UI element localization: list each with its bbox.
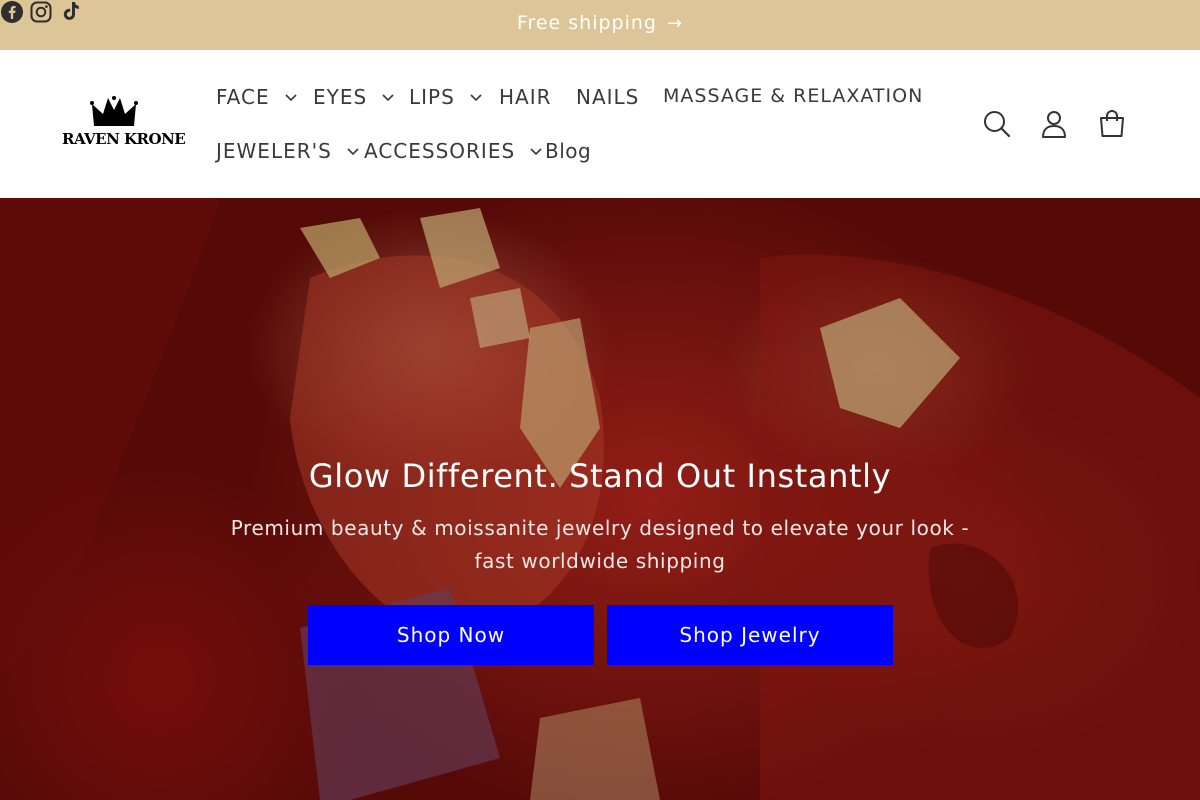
shop-jewelry-button[interactable]: Shop Jewelry [607,605,893,665]
logo[interactable]: RAVEN KRONE [62,96,186,152]
nav-label: JEWELER'S [216,139,332,163]
chevron-down-icon [530,148,542,156]
nav-label: LIPS [409,85,455,109]
nav-label: FACE [216,85,270,109]
announcement-link[interactable]: Free shipping → [0,0,1200,46]
nav-nails[interactable]: NAILS [576,85,639,109]
chevron-down-icon [470,94,482,102]
account-icon[interactable] [1037,107,1071,141]
nav-hair[interactable]: HAIR [499,85,552,109]
logo-text: RAVEN KRONE [62,130,186,148]
hero-title: Glow Different. Stand Out Instantly [308,457,892,495]
nav-jewelers[interactable]: JEWELER'S [216,139,360,163]
nav-label: NAILS [576,85,640,109]
nav-eyes[interactable]: EYES [313,85,395,109]
nav-label: MASSAGE & RELAXATION [663,85,924,107]
arrow-right-icon: → [667,12,684,34]
chevron-down-icon [285,94,297,102]
nav-massage-relaxation[interactable]: MASSAGE & RELAXATION [663,85,923,107]
nav-accessories[interactable]: ACCESSORIES [364,139,543,163]
hero-subtitle: Premium beauty & moissanite jewelry desi… [230,516,970,573]
site-header: RAVEN KRONE FACE EYES LIPS HAIR NAILS MA… [0,50,1200,198]
nav-label: EYES [313,85,368,109]
chevron-down-icon [382,94,394,102]
nav-lips[interactable]: LIPS [409,85,483,109]
nav-face[interactable]: FACE [216,85,298,109]
search-icon[interactable] [980,107,1014,141]
cart-icon[interactable] [1095,107,1129,141]
nav-label: ACCESSORIES [364,139,516,163]
hero-banner: Glow Different. Stand Out Instantly Prem… [0,198,1200,800]
nav-label: Blog [545,139,592,163]
crown-icon [90,96,138,126]
hero-buttons: Shop Now Shop Jewelry [308,605,894,665]
nav-label: HAIR [499,85,552,109]
chevron-down-icon [347,148,359,156]
announcement-bar: Free shipping → [0,0,1200,50]
shop-now-button[interactable]: Shop Now [308,605,594,665]
hero-content: Glow Different. Stand Out Instantly Prem… [0,456,1200,578]
nav-blog[interactable]: Blog [545,139,591,163]
announcement-text: Free shipping [516,12,657,34]
